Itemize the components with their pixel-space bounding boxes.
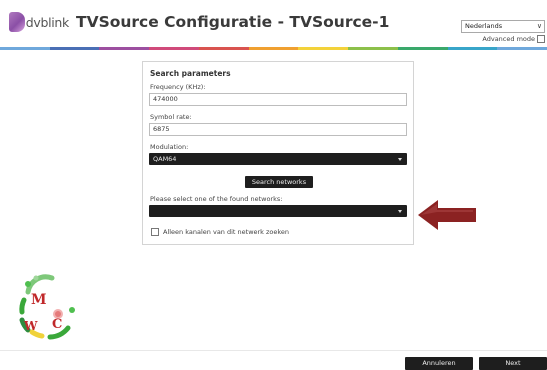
rainbow-segment	[99, 47, 150, 50]
mwc-watermark-logo: M W C	[19, 274, 75, 340]
rainbow-divider	[0, 47, 547, 50]
search-parameters-panel: Search parameters Frequency (KHz): 47400…	[142, 61, 414, 245]
frequency-label: Frequency (KHz):	[150, 83, 206, 91]
modulation-label: Modulation:	[150, 143, 189, 151]
cancel-button[interactable]: Annuleren	[405, 357, 473, 370]
mwc-letter-c: C	[52, 317, 62, 332]
page-title: TVSource Configuratie - TVSource-1	[76, 13, 390, 31]
rainbow-segment	[248, 47, 299, 50]
header: dvblink TVSource Configuratie - TVSource…	[0, 0, 547, 48]
rainbow-segment	[0, 47, 50, 50]
dropdown-arrow-icon	[398, 158, 402, 161]
modulation-value: QAM64	[153, 155, 177, 163]
network-only-checkbox[interactable]	[151, 228, 159, 236]
network-only-label: Alleen kanalen van dit netwerk zoeken	[163, 228, 290, 236]
symbol-rate-input[interactable]: 6875	[149, 123, 407, 136]
dvblink-logo-icon	[9, 12, 25, 32]
advanced-mode-toggle[interactable]: Advanced mode	[482, 35, 545, 43]
language-value: Nederlands	[465, 22, 503, 30]
rainbow-segment	[149, 47, 199, 50]
advanced-mode-label: Advanced mode	[482, 35, 535, 43]
rainbow-segment	[397, 47, 448, 50]
rainbow-segment	[348, 47, 398, 50]
footer-divider	[0, 350, 547, 351]
language-select[interactable]: Nederlands ∨	[461, 20, 545, 33]
symbol-rate-label: Symbol rate:	[150, 113, 192, 121]
logo-text: dvblink	[25, 14, 70, 30]
advanced-mode-checkbox[interactable]	[537, 35, 545, 43]
modulation-select[interactable]: QAM64	[149, 153, 407, 165]
rainbow-segment	[447, 47, 498, 50]
panel-title: Search parameters	[150, 69, 231, 78]
networks-select[interactable]	[149, 205, 407, 217]
dvblink-logo: dvblink	[9, 10, 69, 34]
mwc-letter-w: W	[23, 319, 38, 333]
left-arrow-icon	[418, 200, 476, 230]
rainbow-segment	[49, 47, 100, 50]
mwc-letter-m: M	[31, 292, 47, 308]
dropdown-arrow-icon	[398, 210, 402, 213]
rainbow-segment	[298, 47, 349, 50]
network-only-option[interactable]: Alleen kanalen van dit netwerk zoeken	[151, 228, 289, 236]
frequency-input[interactable]: 474000	[149, 93, 407, 106]
chevron-down-icon: ∨	[536, 22, 542, 30]
next-button[interactable]: Next	[479, 357, 547, 370]
rainbow-segment	[497, 47, 547, 50]
rainbow-segment	[198, 47, 249, 50]
search-networks-button[interactable]: Search networks	[245, 176, 313, 188]
networks-label: Please select one of the found networks:	[150, 195, 283, 203]
